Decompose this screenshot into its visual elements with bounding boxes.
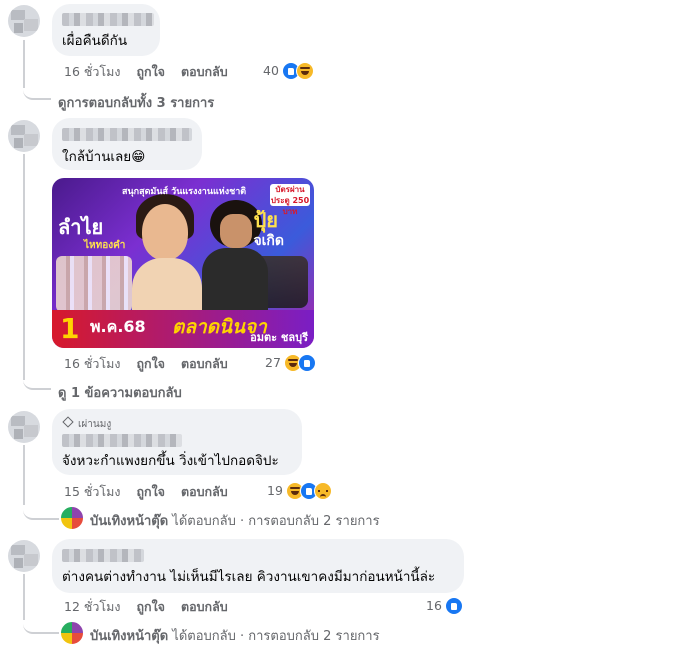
- reaction-count: 27: [265, 355, 281, 370]
- diamond-icon: [62, 416, 74, 428]
- reactions[interactable]: 16: [426, 597, 463, 615]
- reply-summary-text: ได้ตอบกลับ · การตอบกลับ 2 รายการ: [172, 629, 380, 644]
- author-name[interactable]: [62, 434, 182, 447]
- poster-artist-right: ปุ้ย: [253, 208, 278, 232]
- like-button[interactable]: ถูกใจ: [136, 599, 165, 615]
- haha-icon: [295, 62, 314, 80]
- reply-author[interactable]: บันเทิงหน้าตุ๊ด: [90, 629, 168, 644]
- timestamp[interactable]: 16 ชั่วโมง: [64, 64, 120, 80]
- author-name[interactable]: [62, 549, 144, 562]
- poster-venue-location: อมตะ ชลบุรี: [250, 331, 308, 344]
- timestamp[interactable]: 16 ชั่วโมง: [64, 356, 120, 372]
- reply-button[interactable]: ตอบกลับ: [181, 64, 228, 80]
- author-name[interactable]: [62, 13, 154, 26]
- view-replies-link[interactable]: ดู 1 ข้อความตอบกลับ: [58, 382, 182, 403]
- reply-button[interactable]: ตอบกลับ: [181, 599, 228, 615]
- comment-text: ใกล้บ้านเลย😁: [62, 149, 146, 165]
- comment-meta: 15 ชั่วโมง ถูกใจ ตอบกลับ: [64, 484, 240, 500]
- thread-line: [23, 80, 51, 100]
- reaction-count: 16: [426, 598, 442, 613]
- thread-line: [23, 500, 59, 520]
- like-button[interactable]: ถูกใจ: [136, 356, 165, 372]
- reactions[interactable]: 40: [263, 62, 314, 80]
- reply-button[interactable]: ตอบกลับ: [181, 484, 228, 500]
- reply-author[interactable]: บันเทิงหน้าตุ๊ด: [90, 514, 168, 529]
- reaction-count: 19: [267, 483, 283, 498]
- comment-bubble: ต่างคนต่างทำงาน ไม่เห็นมีไรเลย คิวงานเขา…: [52, 539, 464, 593]
- like-button[interactable]: ถูกใจ: [136, 64, 165, 80]
- poster-price-badge: บัตรผ่านประตู 250 บาท: [270, 184, 310, 216]
- avatar[interactable]: [8, 540, 40, 572]
- top-fan-badge: เผ่านมงู: [62, 416, 111, 432]
- avatar[interactable]: [8, 5, 40, 37]
- comment-text: จังหวะกำแพงยกขึ้น วิ่งเข้าไปกอดจิปะ: [62, 453, 279, 469]
- timestamp[interactable]: 15 ชั่วโมง: [64, 484, 120, 500]
- comment-meta: 12 ชั่วโมง ถูกใจ ตอบกลับ: [64, 599, 240, 615]
- avatar[interactable]: [8, 411, 40, 443]
- reply-summary[interactable]: บันเทิงหน้าตุ๊ด ได้ตอบกลับ · การตอบกลับ …: [90, 625, 380, 646]
- avatar[interactable]: [8, 120, 40, 152]
- avatar[interactable]: [60, 506, 84, 530]
- poster-tagline: สนุกสุดมันส์ วันแรงงานแห่งชาติ: [122, 187, 247, 197]
- comment-bubble: เผื่อคืนดีกัน: [52, 4, 160, 56]
- thread-line: [23, 614, 59, 634]
- view-replies-link[interactable]: ดูการตอบกลับทั้ง 3 รายการ: [58, 92, 214, 113]
- thread-line: [23, 154, 25, 380]
- comment-bubble: ใกล้บ้านเลย😁: [52, 118, 202, 170]
- thread-line: [23, 372, 51, 390]
- timestamp[interactable]: 12 ชั่วโมง: [64, 599, 120, 615]
- poster-artist-left: ลำไย: [58, 215, 104, 239]
- reply-button[interactable]: ตอบกลับ: [181, 356, 228, 372]
- thread-line: [23, 445, 25, 505]
- comment-text: เผื่อคืนดีกัน: [62, 33, 128, 49]
- reactions[interactable]: 27: [265, 354, 316, 372]
- poster-artist-right-sub: จเกิด: [253, 233, 284, 249]
- like-button[interactable]: ถูกใจ: [136, 484, 165, 500]
- comment-bubble: เผ่านมงู จังหวะกำแพงยกขึ้น วิ่งเข้าไปกอด…: [52, 409, 302, 475]
- comment-meta: 16 ชั่วโมง ถูกใจ ตอบกลับ: [64, 64, 240, 80]
- like-icon: [297, 354, 316, 372]
- comment-meta: 16 ชั่วโมง ถูกใจ ตอบกลับ: [64, 356, 240, 372]
- author-name[interactable]: [62, 128, 192, 141]
- poster-date-number: 1: [60, 312, 80, 345]
- sad-icon: [313, 482, 332, 500]
- reactions[interactable]: 19: [267, 482, 332, 500]
- avatar[interactable]: [60, 621, 84, 645]
- poster-date: พ.ค.68: [90, 317, 146, 336]
- reaction-count: 40: [263, 63, 279, 78]
- poster-artist-left-sub: ไหทองคำ: [84, 240, 126, 251]
- attached-image[interactable]: สนุกสุดมันส์ วันแรงงานแห่งชาติ บัตรผ่านป…: [52, 178, 314, 348]
- reply-summary[interactable]: บันเทิงหน้าตุ๊ด ได้ตอบกลับ · การตอบกลับ …: [90, 510, 380, 531]
- reply-summary-text: ได้ตอบกลับ · การตอบกลับ 2 รายการ: [172, 514, 380, 529]
- comment-text: ต่างคนต่างทำงาน ไม่เห็นมีไรเลย คิวงานเขา…: [62, 569, 436, 585]
- like-icon: [444, 597, 463, 615]
